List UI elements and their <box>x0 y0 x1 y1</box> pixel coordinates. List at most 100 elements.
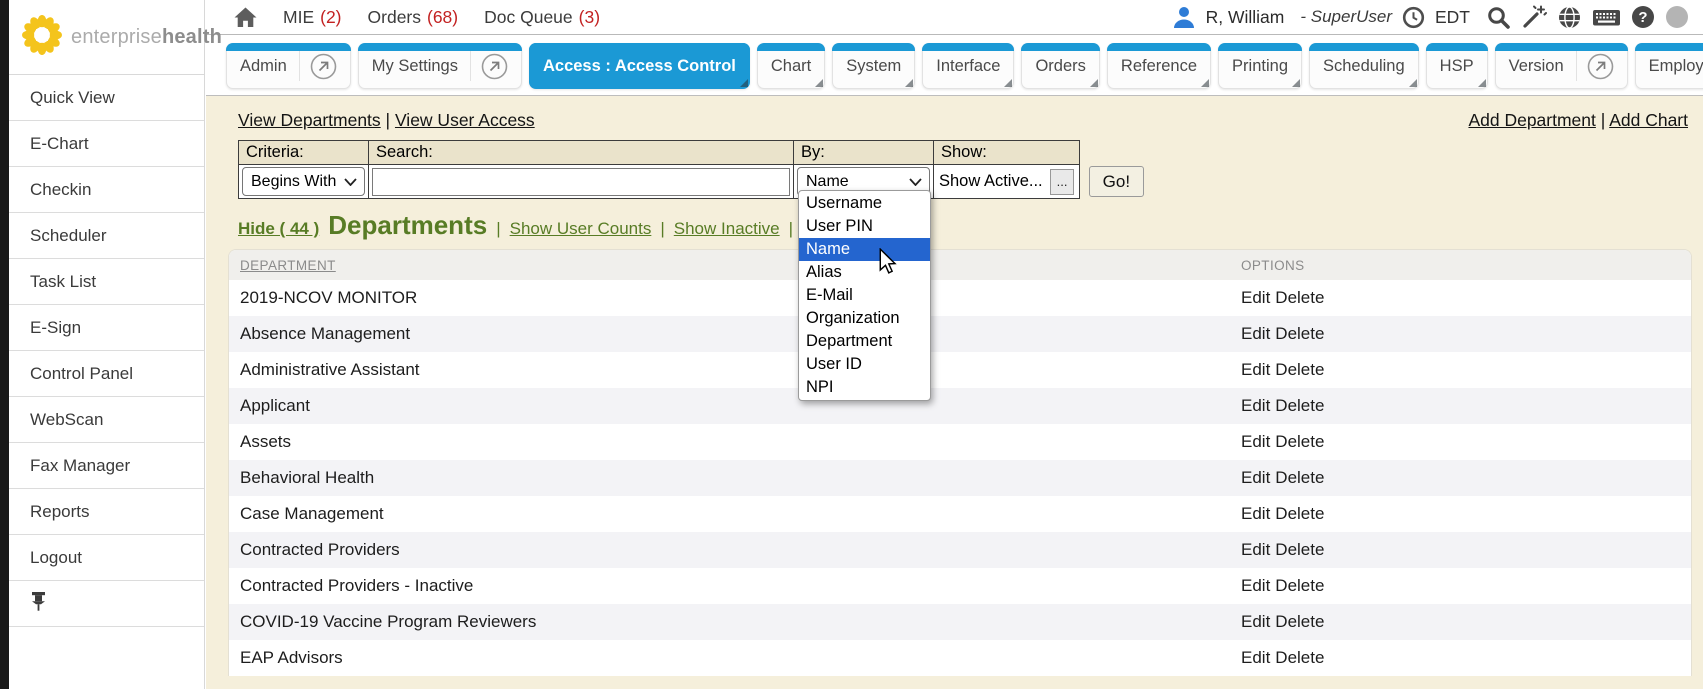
tab-orders[interactable]: Orders <box>1021 43 1099 89</box>
by-option-name[interactable]: Name <box>799 238 930 261</box>
tab-color-cap <box>757 43 825 51</box>
action-edit[interactable]: Edit <box>1241 540 1270 560</box>
show-header: Show: <box>934 141 1080 165</box>
action-edit[interactable]: Edit <box>1241 612 1270 632</box>
action-edit[interactable]: Edit <box>1241 504 1270 524</box>
by-option-department[interactable]: Department <box>799 330 930 353</box>
row-options: EditDelete <box>1241 540 1691 560</box>
open-in-new-icon[interactable] <box>310 53 337 80</box>
action-delete[interactable]: Delete <box>1275 360 1324 380</box>
action-delete[interactable]: Delete <box>1275 432 1324 452</box>
sidebar-item-e-chart[interactable]: E-Chart <box>9 121 204 167</box>
action-delete[interactable]: Delete <box>1275 540 1324 560</box>
by-option-user-pin[interactable]: User PIN <box>799 215 930 238</box>
sidebar-item-reports[interactable]: Reports <box>9 489 204 535</box>
avatar-placeholder[interactable] <box>1665 5 1689 29</box>
sidebar-item-logout[interactable]: Logout <box>9 535 204 581</box>
tab-scheduling[interactable]: Scheduling <box>1309 43 1419 89</box>
tab-interface[interactable]: Interface <box>922 43 1014 89</box>
by-option-alias[interactable]: Alias <box>799 261 930 284</box>
open-in-new-icon[interactable] <box>481 53 508 80</box>
topbar-link-doc-queue[interactable]: Doc Queue(3) <box>484 7 600 28</box>
tab-label: Employer Organization <box>1649 57 1703 76</box>
sidebar-pin-toggle[interactable] <box>9 581 204 627</box>
action-delete[interactable]: Delete <box>1275 612 1324 632</box>
link-add-department[interactable]: Add Department <box>1468 110 1595 130</box>
tab-chart[interactable]: Chart <box>757 43 825 89</box>
go-button[interactable]: Go! <box>1089 166 1144 197</box>
show-filter-more-button[interactable]: ... <box>1050 169 1074 195</box>
action-edit[interactable]: Edit <box>1241 468 1270 488</box>
action-delete[interactable]: Delete <box>1275 396 1324 416</box>
tab-printing[interactable]: Printing <box>1218 43 1302 89</box>
action-delete[interactable]: Delete <box>1275 468 1324 488</box>
tab-access-access-control[interactable]: Access : Access Control <box>529 43 750 89</box>
search-icon[interactable] <box>1486 5 1511 30</box>
sidebar-item-checkin[interactable]: Checkin <box>9 167 204 213</box>
action-delete[interactable]: Delete <box>1275 324 1324 344</box>
user-name[interactable]: R, William <box>1206 7 1285 28</box>
tab-dropdown-corner-icon <box>1409 79 1417 87</box>
help-icon[interactable]: ? <box>1631 5 1655 29</box>
by-option-organization[interactable]: Organization <box>799 307 930 330</box>
open-in-new-icon[interactable] <box>1587 53 1614 80</box>
tab-employer-organization[interactable]: Employer Organization <box>1635 43 1703 89</box>
action-edit[interactable]: Edit <box>1241 396 1270 416</box>
keyboard-icon[interactable] <box>1592 7 1621 28</box>
sidebar-item-fax-manager[interactable]: Fax Manager <box>9 443 204 489</box>
sidebar-item-webscan[interactable]: WebScan <box>9 397 204 443</box>
sidebar-item-e-sign[interactable]: E-Sign <box>9 305 204 351</box>
column-department[interactable]: DEPARTMENT <box>229 258 1241 273</box>
tab-system[interactable]: System <box>832 43 915 89</box>
tab-my-settings[interactable]: My Settings <box>358 43 522 89</box>
tab-admin[interactable]: Admin <box>226 43 351 89</box>
link-view-user-access[interactable]: View User Access <box>395 110 535 130</box>
topbar-link-orders[interactable]: Orders(68) <box>368 7 459 28</box>
action-edit[interactable]: Edit <box>1241 432 1270 452</box>
hide-count-link[interactable]: Hide ( 44 ) <box>238 219 319 239</box>
link-add-chart[interactable]: Add Chart <box>1609 110 1688 130</box>
by-option-npi[interactable]: NPI <box>799 376 930 399</box>
action-edit[interactable]: Edit <box>1241 576 1270 596</box>
tab-label: HSP <box>1440 57 1474 76</box>
action-edit[interactable]: Edit <box>1241 288 1270 308</box>
tab-reference[interactable]: Reference <box>1107 43 1211 89</box>
action-edit[interactable]: Edit <box>1241 324 1270 344</box>
action-delete[interactable]: Delete <box>1275 576 1324 596</box>
link-show-inactive[interactable]: Show Inactive <box>674 219 780 239</box>
sidebar-item-scheduler[interactable]: Scheduler <box>9 213 204 259</box>
tab-hsp[interactable]: HSP <box>1426 43 1488 89</box>
sidebar-item-control-panel[interactable]: Control Panel <box>9 351 204 397</box>
tab-color-cap <box>1635 43 1703 51</box>
by-option-user-id[interactable]: User ID <box>799 353 930 376</box>
action-edit[interactable]: Edit <box>1241 648 1270 668</box>
sidebar-item-task-list[interactable]: Task List <box>9 259 204 305</box>
globe-icon[interactable] <box>1557 5 1582 30</box>
row-options: EditDelete <box>1241 396 1691 416</box>
topbar-link-label: Orders <box>368 7 421 28</box>
tabs: AdminMy SettingsAccess : Access ControlC… <box>226 43 1703 89</box>
topbar-link-label: Doc Queue <box>484 7 573 28</box>
wand-icon[interactable] <box>1521 5 1547 30</box>
sidebar-item-quick-view[interactable]: Quick View <box>9 75 204 121</box>
action-delete[interactable]: Delete <box>1275 648 1324 668</box>
departments-table: DEPARTMENT OPTIONS 2019-NCOV MONITOREdit… <box>228 249 1692 676</box>
criteria-select[interactable]: Begins With <box>242 167 365 196</box>
topbar-nav: MIE(2) Orders(68) Doc Queue(3) <box>283 7 600 28</box>
topbar-link-mie[interactable]: MIE(2) <box>283 7 342 28</box>
column-options: OPTIONS <box>1241 258 1691 273</box>
action-edit[interactable]: Edit <box>1241 360 1270 380</box>
departments-heading: Hide ( 44 ) Departments |Show User Count… <box>238 210 1688 241</box>
by-option-e-mail[interactable]: E-Mail <box>799 284 930 307</box>
search-input[interactable] <box>372 168 790 196</box>
action-delete[interactable]: Delete <box>1275 504 1324 524</box>
show-filter-value[interactable]: Show Active... <box>939 172 1043 191</box>
link-show-user-counts[interactable]: Show User Counts <box>510 219 652 239</box>
tab-divider <box>470 51 471 81</box>
tab-version[interactable]: Version <box>1495 43 1628 89</box>
clock-icon[interactable] <box>1402 6 1425 29</box>
home-button[interactable] <box>234 7 257 28</box>
action-delete[interactable]: Delete <box>1275 288 1324 308</box>
by-option-username[interactable]: Username <box>799 192 930 215</box>
link-view-departments[interactable]: View Departments <box>238 110 381 130</box>
